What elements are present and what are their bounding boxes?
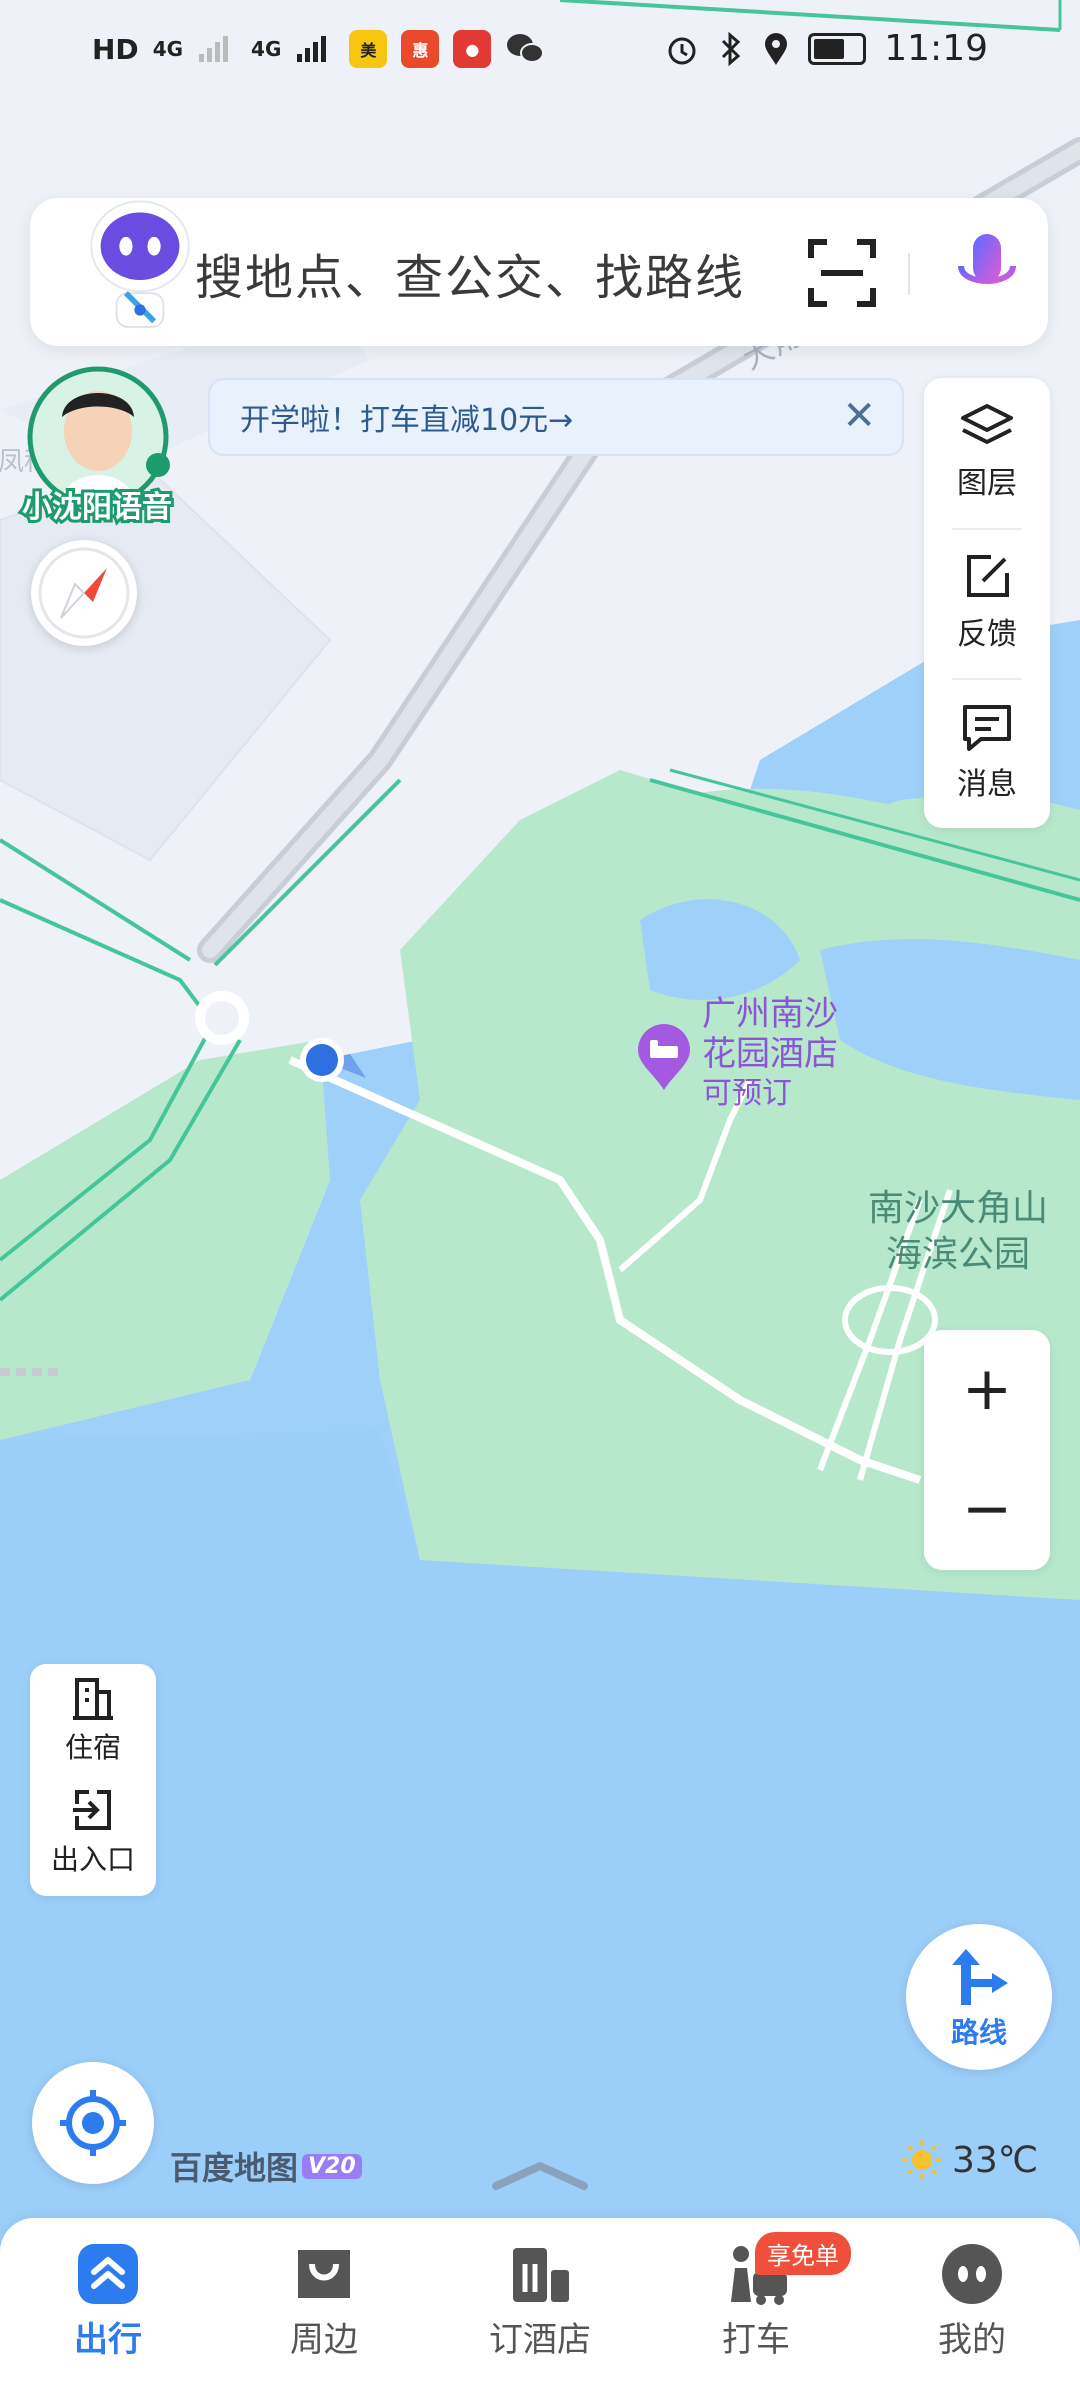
profile-icon xyxy=(942,2244,1002,2304)
zoom-out-button[interactable]: − xyxy=(924,1450,1050,1568)
hotel-poi-label[interactable]: 广州南沙 花园酒店 可预订 xyxy=(702,994,838,1114)
layers-icon xyxy=(961,404,1013,444)
layers-button[interactable]: 图层 xyxy=(924,378,1050,526)
nav-nearby-label: 周边 xyxy=(290,2320,358,2360)
search-bar[interactable]: 搜地点、查公交、找路线 xyxy=(30,198,1048,346)
nav-profile[interactable]: 我的 xyxy=(872,2242,1072,2361)
network-4g-2: 4G xyxy=(251,37,282,61)
app-red-icon: 惠 xyxy=(401,30,440,68)
clock: 11:19 xyxy=(884,28,988,69)
bluetooth-icon xyxy=(722,31,741,66)
compass-icon xyxy=(38,547,130,639)
travel-icon xyxy=(78,2244,138,2304)
pull-up-handle-icon[interactable] xyxy=(490,2158,590,2194)
scan-icon[interactable] xyxy=(805,236,879,310)
meituan-icon: 美 xyxy=(349,30,388,68)
brand-logo: 百度地图 V20 xyxy=(170,2143,362,2189)
brand-name: 百度地图 xyxy=(170,2149,299,2187)
locate-me-button[interactable] xyxy=(32,2062,154,2184)
hotel-icon xyxy=(513,2248,569,2302)
entrance-label: 出入口 xyxy=(50,1843,135,1876)
nav-nearby[interactable]: 周边 xyxy=(224,2242,424,2361)
weather-widget[interactable]: 33℃ xyxy=(900,2138,1038,2182)
free-order-badge: 享免单 xyxy=(755,2232,851,2275)
search-divider xyxy=(908,253,910,295)
hotel-poi-icon[interactable] xyxy=(636,1024,692,1092)
park-label-line1: 南沙大角山 xyxy=(868,1188,1049,1229)
nearby-icon xyxy=(298,2250,350,2298)
map-tools-panel: 图层 反馈 消息 xyxy=(924,378,1050,828)
layers-label: 图层 xyxy=(957,466,1017,501)
message-icon xyxy=(963,705,1011,751)
feedback-icon xyxy=(967,555,1009,597)
nav-travel[interactable]: 出行 xyxy=(8,2242,208,2361)
signal-icon-2 xyxy=(297,36,327,62)
route-label: 路线 xyxy=(950,2016,1007,2049)
my-location-marker xyxy=(300,1038,366,1082)
wechat-icon xyxy=(507,34,545,63)
messages-button[interactable]: 消息 xyxy=(924,678,1050,826)
building-icon xyxy=(73,1678,113,1720)
brand-version: V20 xyxy=(302,2153,362,2179)
recorder-icon: ● xyxy=(453,30,492,68)
exit-icon xyxy=(73,1790,111,1830)
lodging-label: 住宿 xyxy=(64,1731,121,1764)
sun-icon xyxy=(902,2140,942,2180)
network-4g-1: 4G xyxy=(152,37,184,61)
zoom-in-button[interactable]: + xyxy=(924,1330,1050,1448)
location-icon xyxy=(765,32,788,65)
entrance-button[interactable]: 出入口 xyxy=(30,1776,156,1888)
nav-travel-label: 出行 xyxy=(74,2320,142,2360)
status-right: 11:19 xyxy=(664,28,988,69)
alarm-icon xyxy=(668,37,696,64)
status-bar: HD 4G 4G 美 惠 ● 11:19 xyxy=(0,0,1080,110)
robot-assistant-icon[interactable] xyxy=(70,190,210,340)
park-label-line2: 海滨公园 xyxy=(886,1234,1031,1275)
park-label[interactable]: 南沙大角山 海滨公园 xyxy=(868,1186,1048,1278)
nav-profile-label: 我的 xyxy=(938,2320,1006,2360)
voice-search-icon[interactable] xyxy=(947,228,1027,318)
voice-label[interactable]: 小沈阳语音 xyxy=(19,482,175,528)
compass-button[interactable] xyxy=(31,540,137,646)
temperature: 33℃ xyxy=(952,2139,1039,2181)
promo-text[interactable]: 开学啦！打车直减10元→ xyxy=(240,395,573,439)
bottom-nav: 出行 周边 订酒店 打车 享免单 我的 xyxy=(0,2218,1080,2400)
poi-name-line1: 广州南沙 xyxy=(702,994,838,1034)
route-arrow-icon xyxy=(952,1949,1008,2005)
hd-indicator: HD xyxy=(92,32,139,66)
battery-icon xyxy=(808,32,867,65)
nav-hotel[interactable]: 订酒店 xyxy=(440,2242,640,2361)
nav-hotel-label: 订酒店 xyxy=(489,2320,591,2360)
promo-banner[interactable]: 开学啦！打车直减10元→ ✕ xyxy=(208,378,904,456)
locate-icon xyxy=(60,2090,126,2156)
route-button[interactable]: 路线 xyxy=(906,1924,1052,2070)
nav-taxi-label: 打车 xyxy=(722,2320,790,2360)
feedback-button[interactable]: 反馈 xyxy=(924,528,1050,676)
lodging-button[interactable]: 住宿 xyxy=(30,1664,156,1776)
poi-filter-panel: 住宿 出入口 xyxy=(30,1664,156,1896)
feedback-label: 反馈 xyxy=(957,617,1017,652)
poi-status: 可预订 xyxy=(702,1076,792,1111)
promo-close-button[interactable]: ✕ xyxy=(842,394,876,438)
zoom-control: + − xyxy=(924,1330,1050,1570)
signal-icon xyxy=(199,36,229,62)
messages-label: 消息 xyxy=(957,767,1017,802)
poi-name-line2: 花园酒店 xyxy=(702,1034,838,1074)
search-input[interactable]: 搜地点、查公交、找路线 xyxy=(195,238,745,308)
status-left: HD 4G 4G 美 惠 ● xyxy=(92,30,545,68)
